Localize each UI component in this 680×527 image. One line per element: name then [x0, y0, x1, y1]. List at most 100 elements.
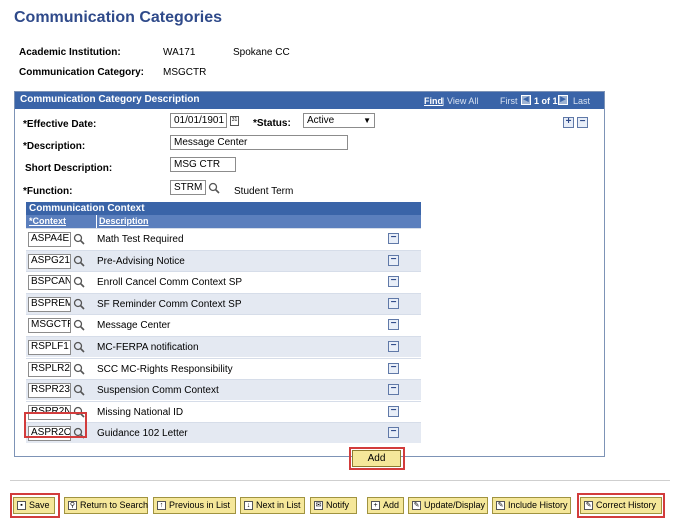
context-description: Guidance 102 Letter	[97, 428, 188, 440]
context-lookup-icon[interactable]	[73, 363, 85, 375]
context-input[interactable]: RSPLF1	[28, 340, 71, 355]
table-row: RSPR23 Suspension Comm Context −	[26, 379, 421, 401]
grid-header: *Context Description	[26, 215, 421, 228]
context-lookup-icon[interactable]	[73, 298, 85, 310]
delete-row-icon[interactable]: −	[388, 297, 399, 309]
previous-in-list-label: Previous in List	[169, 500, 231, 510]
context-lookup-icon[interactable]	[73, 319, 85, 331]
context-description: MC-FERPA notification	[97, 342, 199, 353]
table-row: RSPLF1 MC-FERPA notification −	[26, 336, 421, 357]
context-lookup-icon[interactable]	[73, 233, 85, 245]
find-link[interactable]: Find	[424, 96, 443, 106]
context-description: Enroll Cancel Comm Context SP	[97, 277, 243, 289]
function-lookup-icon[interactable]	[208, 182, 220, 194]
delete-row-icon[interactable]: −	[388, 276, 399, 288]
context-description: Message Center	[97, 320, 171, 332]
search-icon: ⚲	[68, 501, 77, 510]
context-description: Missing National ID	[97, 406, 184, 418]
notify-label: Notify	[326, 500, 350, 510]
correct-history-icon: ✎	[584, 501, 593, 510]
row-counter: 1 of 1	[534, 96, 558, 106]
header-divider	[96, 215, 97, 228]
status-value: Active	[307, 115, 335, 126]
short-description-input[interactable]: MSG CTR	[170, 157, 236, 172]
context-lookup-icon[interactable]	[73, 255, 85, 267]
delete-row-icon[interactable]: −	[577, 117, 588, 128]
next-row-icon[interactable]: ▶	[558, 95, 568, 105]
category-label: Communication Category:	[19, 67, 145, 78]
notify-button[interactable]: ✉ Notify	[310, 497, 357, 514]
delete-row-icon[interactable]: −	[388, 362, 399, 374]
col-context-header[interactable]: *Context	[29, 216, 66, 226]
previous-row-icon[interactable]: ◀	[521, 95, 531, 105]
context-description: SCC MC-Rights Responsibility	[97, 363, 233, 375]
nav-separator: |	[442, 96, 445, 106]
add-context-button[interactable]: Add	[352, 450, 401, 467]
add-row-icon[interactable]: +	[563, 117, 574, 128]
effective-date-label: *Effective Date:	[23, 119, 97, 130]
description-label: *Description:	[23, 141, 86, 152]
grid-title: Communication Context	[26, 202, 421, 215]
context-lookup-icon[interactable]	[73, 384, 85, 396]
correct-history-label: Correct History	[596, 500, 657, 510]
institution-label: Academic Institution:	[19, 47, 121, 58]
add-icon: +	[371, 501, 380, 510]
view-all-link[interactable]: View All	[447, 96, 478, 106]
correct-history-button[interactable]: ✎ Correct History	[580, 497, 662, 514]
page-title: Communication Categories	[14, 9, 223, 26]
delete-row-icon[interactable]: −	[388, 233, 399, 244]
effective-date-input[interactable]: 01/01/1901	[170, 113, 227, 128]
return-to-search-label: Return to Search	[80, 500, 149, 510]
institution-code: WA171	[163, 47, 196, 58]
context-description: Pre-Advising Notice	[97, 255, 185, 267]
save-label: Save	[29, 500, 50, 510]
up-arrow-icon: ↑	[157, 501, 166, 510]
add-button[interactable]: + Add	[367, 497, 404, 514]
context-description: SF Reminder Comm Context SP	[97, 298, 242, 310]
status-select[interactable]: Active ▼	[303, 113, 375, 128]
next-in-list-button[interactable]: ↓ Next in List	[240, 497, 305, 514]
pencil-icon: ✎	[412, 501, 421, 510]
previous-in-list-button[interactable]: ↑ Previous in List	[153, 497, 236, 514]
delete-row-icon[interactable]: −	[388, 384, 399, 396]
context-input[interactable]: ASPA4E	[28, 232, 71, 247]
function-input[interactable]: STRM	[170, 180, 206, 195]
table-row: MSGCTR Message Center −	[26, 314, 421, 336]
status-label: *Status:	[253, 118, 291, 129]
delete-row-icon[interactable]: −	[388, 341, 399, 352]
context-lookup-icon[interactable]	[73, 341, 85, 353]
calendar-icon[interactable]: 31	[230, 116, 239, 126]
last-label: Last	[573, 96, 591, 106]
function-label: *Function:	[23, 186, 73, 197]
context-input[interactable]: MSGCTR	[28, 318, 71, 334]
delete-row-icon[interactable]: −	[388, 254, 399, 266]
short-description-label: Short Description:	[25, 163, 113, 174]
category-description-panel: Communication Category Description Find …	[14, 91, 605, 470]
table-row: ASPA4E Math Test Required −	[26, 228, 421, 249]
context-input[interactable]: BSPCAN	[28, 275, 71, 291]
description-input[interactable]: Message Center	[170, 135, 348, 150]
include-history-button[interactable]: ✎ Include History	[492, 497, 571, 514]
update-display-button[interactable]: ✎ Update/Display	[408, 497, 488, 514]
table-row: RSPLR2 SCC MC-Rights Responsibility −	[26, 357, 421, 379]
context-description: Math Test Required	[97, 234, 184, 245]
context-input[interactable]: RSPLR2	[28, 361, 71, 377]
delete-row-icon[interactable]: −	[388, 427, 399, 439]
category-value: MSGCTR	[163, 67, 207, 78]
delete-row-icon[interactable]: −	[388, 405, 399, 417]
save-button[interactable]: ▪ Save	[13, 497, 55, 514]
toolbar-divider	[10, 480, 670, 481]
panel-header: Communication Category Description Find …	[15, 92, 604, 109]
context-lookup-icon[interactable]	[73, 276, 85, 288]
save-icon: ▪	[17, 501, 26, 510]
institution-name: Spokane CC	[233, 47, 290, 58]
delete-row-icon[interactable]: −	[388, 319, 399, 331]
return-to-search-button[interactable]: ⚲ Return to Search	[64, 497, 148, 514]
panel-title: Communication Category Description	[20, 94, 200, 105]
add-label: Add	[383, 500, 400, 510]
context-input[interactable]: RSPR23	[28, 383, 71, 399]
col-description-header[interactable]: Description	[99, 216, 149, 226]
context-input[interactable]: BSPREM	[28, 296, 71, 312]
context-input[interactable]: ASPG21	[28, 253, 71, 269]
include-history-label: Include History	[508, 500, 568, 510]
